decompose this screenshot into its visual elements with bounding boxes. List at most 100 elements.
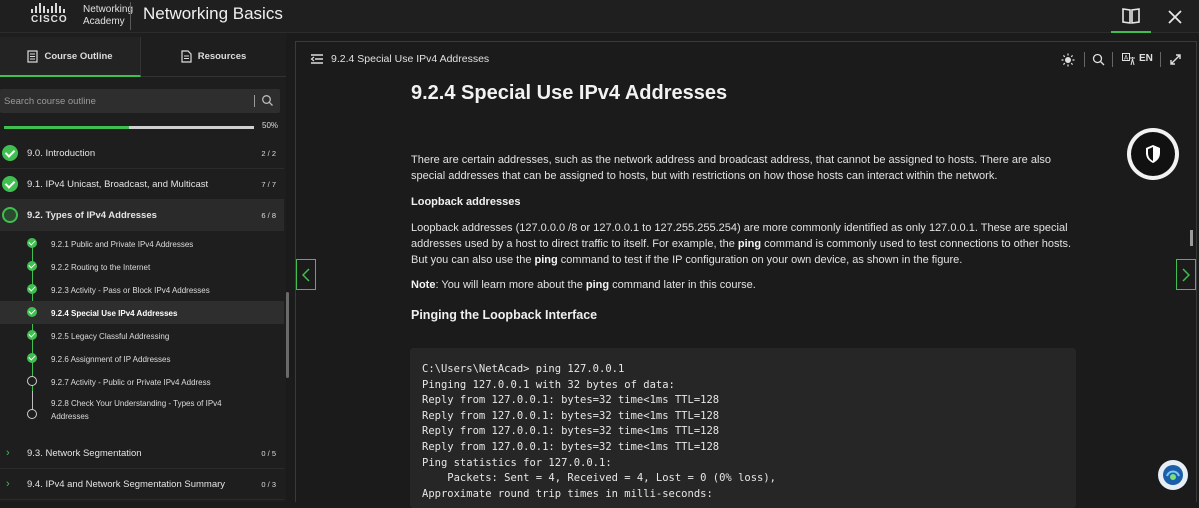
check-dot-icon [27, 330, 37, 340]
expand-icon[interactable] [1169, 53, 1182, 66]
course-outline-search [0, 89, 280, 113]
check-circle-icon [2, 176, 18, 192]
code-line: Approximate round trip times in milli-se… [422, 487, 713, 500]
check-circle-icon [2, 145, 18, 161]
section-count: 2 / 2 [261, 149, 276, 158]
code-line: Reply from 127.0.0.1: bytes=32 time<1ms … [422, 425, 720, 438]
subitem-9-2-3[interactable]: 9.2.3 Activity - Pass or Block IPv4 Addr… [0, 278, 284, 301]
subitem-9-2-2[interactable]: 9.2.2 Routing to the Internet [0, 255, 284, 278]
check-dot-icon [27, 261, 37, 271]
subitem-label: 9.2.4 Special Use IPv4 Addresses [51, 309, 178, 318]
brand-line-1: Networking [83, 4, 134, 15]
tab-course-outline-label: Course Outline [44, 50, 113, 62]
course-outline-list: 9.0. Introduction 2 / 2 9.1. IPv4 Unicas… [0, 138, 286, 502]
header-separator [1160, 52, 1161, 67]
subitem-9-2-1[interactable]: 9.2.1 Public and Private IPv4 Addresses [0, 232, 284, 255]
content-header: 9.2.4 Special Use IPv4 Addresses A EN [296, 42, 1196, 77]
subitem-label: 9.2.5 Legacy Classful Addressing [51, 332, 170, 341]
course-progress-bar [4, 126, 254, 129]
intro-paragraph: There are certain addresses, such as the… [411, 154, 1052, 182]
section-9-2[interactable]: 9.2. Types of IPv4 Addresses 6 / 8 [0, 200, 284, 231]
document-icon [181, 50, 192, 63]
subitem-9-2-4[interactable]: 9.2.4 Special Use IPv4 Addresses [0, 301, 284, 324]
document-list-icon [27, 49, 39, 63]
translate-icon[interactable]: A [1122, 53, 1136, 66]
check-dot-icon [27, 284, 37, 294]
check-dot-icon [27, 353, 37, 363]
subitem-label: 9.2.7 Activity - Public or Private IPv4 … [51, 378, 211, 387]
progress-label: 50% [262, 121, 279, 130]
section-label: 9.2. Types of IPv4 Addresses [27, 210, 157, 221]
header-separator [1112, 52, 1113, 67]
code-line: Reply from 127.0.0.1: bytes=32 time<1ms … [422, 409, 720, 422]
progress-circle-icon [2, 207, 18, 223]
subitem-9-2-8[interactable]: 9.2.8 Check Your Understanding - Types o… [0, 393, 284, 429]
book-open-icon[interactable] [1111, 0, 1151, 33]
subitem-label: 9.2.1 Public and Private IPv4 Addresses [51, 240, 194, 249]
empty-circle-icon [27, 409, 37, 419]
search-icon[interactable] [1092, 53, 1105, 66]
chevron-right-icon: › [6, 478, 10, 490]
section-label: 9.3. Network Segmentation [27, 448, 142, 459]
section-9-4[interactable]: › 9.4. IPv4 and Network Segmentation Sum… [0, 469, 284, 500]
check-dot-icon [27, 238, 37, 248]
empty-circle-icon [27, 376, 37, 386]
subitem-9-2-6[interactable]: 9.2.6 Assignment of IP Addresses [0, 347, 284, 370]
section-count: 0 / 3 [261, 480, 276, 489]
code-line: C:\Users\NetAcad> ping 127.0.0.1 [422, 363, 625, 375]
chevron-right-icon: › [6, 447, 10, 459]
top-bar: CISCO Networking Academy Networking Basi… [0, 0, 1199, 33]
sidebar-scrollbar[interactable] [286, 292, 289, 378]
figure-title: Pinging the Loopback Interface [411, 308, 598, 322]
content-panel: 9.2.4 Special Use IPv4 Addresses A EN 9.… [295, 41, 1197, 508]
search-divider [254, 95, 255, 107]
section-count: 0 / 5 [261, 449, 276, 458]
course-sidebar: Course Outline Resources 50% 9.0. Introd… [0, 33, 286, 502]
chat-assistant-button[interactable] [1158, 460, 1188, 490]
code-line: Ping statistics for 127.0.0.1: [422, 456, 612, 469]
brand-line-2: Academy [83, 16, 125, 27]
progress-fill [4, 126, 129, 129]
brightness-icon[interactable] [1061, 53, 1075, 67]
section-label: 9.0. Introduction [27, 148, 96, 159]
loopback-paragraph: Loopback addresses (127.0.0.0 /8 or 127.… [411, 222, 1072, 266]
check-dot-icon [27, 307, 37, 317]
code-line: Reply from 127.0.0.1: bytes=32 time<1ms … [422, 394, 720, 407]
privacy-shield-button[interactable] [1127, 128, 1179, 180]
subitem-9-2-7[interactable]: 9.2.7 Activity - Public or Private IPv4 … [0, 370, 284, 393]
menu-collapse-icon[interactable] [310, 53, 324, 65]
code-line: Reply from 127.0.0.1: bytes=32 time<1ms … [422, 440, 720, 453]
section-count: 6 / 8 [261, 211, 276, 220]
subitem-9-2-5[interactable]: 9.2.5 Legacy Classful Addressing [0, 324, 284, 347]
cisco-wordmark: CISCO [31, 14, 68, 25]
subitem-label: 9.2.2 Routing to the Internet [51, 263, 151, 272]
shield-icon [1146, 145, 1160, 163]
chevron-left-icon [302, 267, 310, 282]
chevron-right-icon [1182, 267, 1190, 282]
tab-resources-label: Resources [197, 51, 247, 62]
breadcrumb: 9.2.4 Special Use IPv4 Addresses [331, 53, 490, 65]
subitem-label: 9.2.3 Activity - Pass or Block IPv4 Addr… [51, 286, 210, 295]
section-9-1[interactable]: 9.1. IPv4 Unicast, Broadcast, and Multic… [0, 169, 284, 200]
next-page-button[interactable] [1176, 259, 1196, 290]
assistant-avatar-icon [1163, 465, 1183, 485]
section-label: 9.4. IPv4 and Network Segmentation Summa… [27, 479, 226, 490]
section-9-0[interactable]: 9.0. Introduction 2 / 2 [0, 138, 284, 169]
sidebar-tabs: Course Outline Resources [0, 37, 286, 77]
close-icon[interactable] [1155, 0, 1195, 33]
search-icon[interactable] [261, 94, 274, 107]
loopback-heading: Loopback addresses [411, 196, 521, 208]
content-scrollbar[interactable] [1190, 230, 1193, 246]
course-title: Networking Basics [143, 4, 283, 23]
language-selector[interactable]: EN [1139, 53, 1153, 64]
previous-page-button[interactable] [296, 259, 316, 290]
cisco-bars-icon [31, 3, 67, 13]
subitem-label: 9.2.6 Assignment of IP Addresses [51, 355, 171, 364]
tab-resources[interactable]: Resources [141, 37, 286, 77]
search-input[interactable] [4, 89, 244, 113]
section-9-3[interactable]: › 9.3. Network Segmentation 0 / 5 [0, 438, 284, 469]
tab-course-outline[interactable]: Course Outline [0, 37, 141, 77]
cisco-networking-academy-logo[interactable]: CISCO Networking Academy [31, 3, 133, 29]
header-divider [130, 2, 131, 30]
command-output-block: C:\Users\NetAcad> ping 127.0.0.1 Pinging … [410, 348, 1076, 508]
